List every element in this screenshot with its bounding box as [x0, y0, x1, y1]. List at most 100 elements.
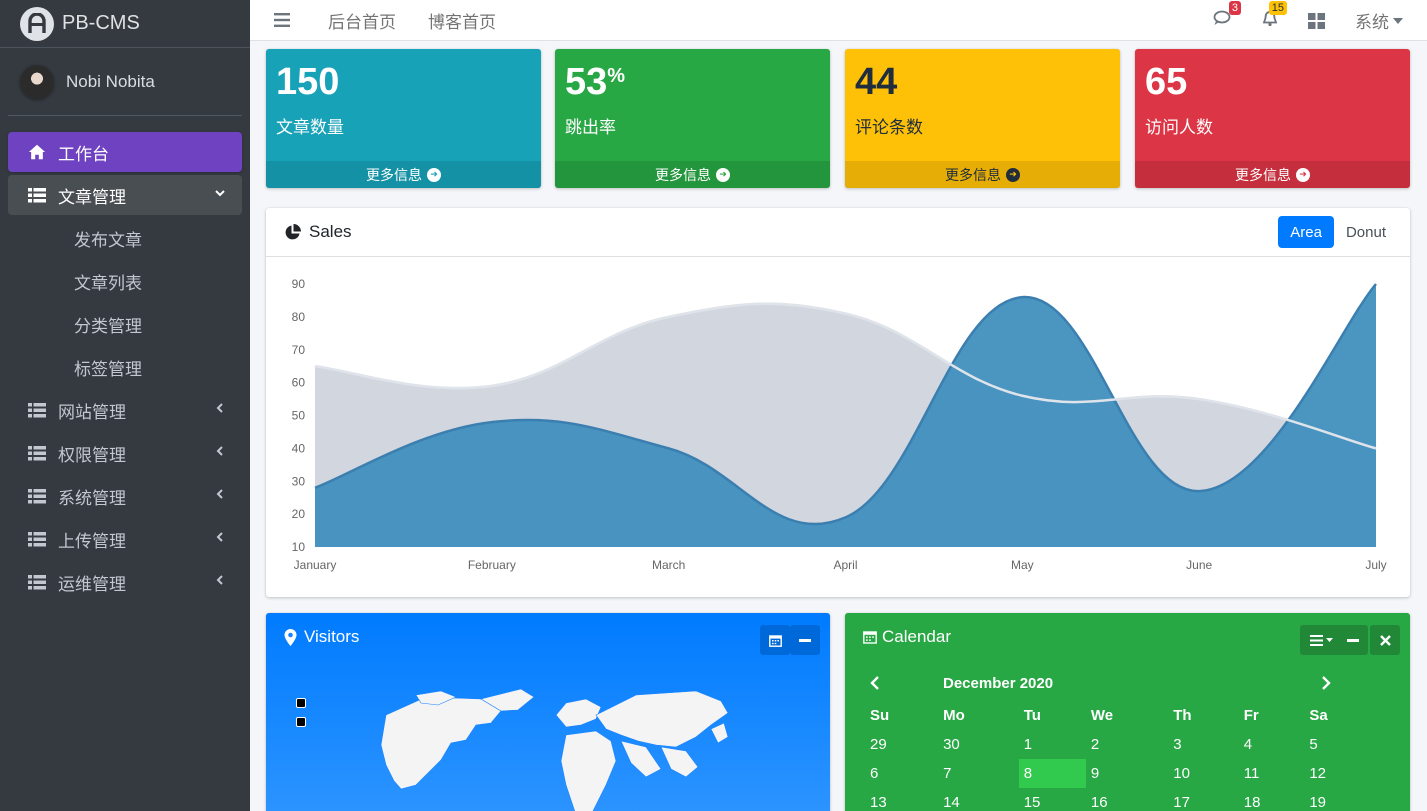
visitors-card: Visitors	[266, 613, 830, 811]
calendar-day[interactable]: 15	[1019, 788, 1086, 811]
sidebar-item-ops[interactable]: 运维管理	[8, 562, 242, 602]
calendar-day[interactable]: 12	[1304, 759, 1375, 788]
x-tick-label: February	[468, 558, 516, 572]
prev-month-icon[interactable]	[870, 676, 880, 690]
sidebar-subitem-article-list[interactable]: 文章列表	[8, 261, 242, 301]
sales-card-title: Sales	[309, 222, 352, 241]
calendar-day[interactable]: 13	[865, 788, 938, 811]
visitors-card-header: Visitors	[266, 613, 830, 661]
sidebar-item-dashboard[interactable]: 工作台	[8, 132, 242, 172]
calendar-day[interactable]: 19	[1304, 788, 1375, 811]
messages-button[interactable]: 3	[1213, 0, 1241, 32]
sidebar-item-articles[interactable]: 文章管理	[8, 175, 242, 215]
calendar-day[interactable]: 29	[865, 730, 938, 759]
calendar-day[interactable]: 3	[1168, 730, 1239, 759]
calendar-day[interactable]: 5	[1304, 730, 1375, 759]
chevron-left-icon	[214, 573, 226, 589]
stat-more-link[interactable]: 更多信息 ➜	[1135, 161, 1410, 188]
more-info-label: 更多信息	[366, 166, 422, 183]
bars-icon	[1309, 634, 1323, 646]
weekday-header: Fr	[1243, 707, 1259, 724]
messages-count-badge: 3	[1228, 0, 1241, 15]
arrow-circle-right-icon: ➜	[1006, 167, 1020, 182]
calendar-day[interactable]: 6	[865, 759, 938, 788]
x-tick-label: June	[1186, 558, 1212, 572]
nav-link-admin-home[interactable]: 后台首页	[312, 8, 412, 33]
calendar-day[interactable]: 7	[938, 759, 1019, 788]
calendar-day[interactable]: 16	[1086, 788, 1168, 811]
grid-icon[interactable]	[1308, 12, 1325, 29]
y-tick-label: 70	[292, 343, 306, 357]
sidebar-item-system[interactable]: 系统管理	[8, 476, 242, 516]
sidebar-subitem-tags[interactable]: 标签管理	[8, 347, 242, 387]
nav-link-blog-home[interactable]: 博客首页	[412, 8, 512, 33]
collapse-button[interactable]	[790, 625, 820, 655]
brand-link[interactable]: PB-CMS	[0, 0, 250, 48]
list-icon	[28, 187, 46, 203]
arrow-circle-right-icon: ➜	[716, 167, 730, 182]
sidebar-item-uploads[interactable]: 上传管理	[8, 519, 242, 559]
chevron-left-icon	[214, 530, 226, 546]
calendar-day[interactable]: 4	[1239, 730, 1305, 759]
x-tick-label: January	[294, 558, 337, 572]
weekday-header: Tu	[1023, 707, 1041, 724]
chevron-down-icon	[214, 186, 226, 202]
calendar-month-label: December 2020	[943, 675, 1054, 692]
calendar-week-row: 13 14 15 16 17 18 19	[865, 788, 1375, 811]
tab-area[interactable]: Area	[1278, 216, 1334, 248]
calendar-week-row: 29 30 1 2 3 4 5	[865, 730, 1375, 759]
arrow-circle-right-icon: ➜	[1296, 167, 1310, 182]
stat-more-link[interactable]: 更多信息 ➜	[845, 161, 1120, 188]
calendar-menu-button[interactable]	[1300, 625, 1342, 655]
calendar-day[interactable]: 1	[1019, 730, 1086, 759]
user-panel[interactable]: Nobi Nobita	[8, 48, 242, 116]
calendar-day[interactable]: 9	[1086, 759, 1168, 788]
collapse-button[interactable]	[1338, 625, 1368, 655]
y-tick-label: 20	[292, 507, 306, 521]
chart-tabs: Area Donut	[1278, 216, 1398, 248]
close-button[interactable]	[1370, 625, 1400, 655]
system-dropdown[interactable]: 系统	[1355, 8, 1403, 33]
tab-donut[interactable]: Donut	[1334, 216, 1398, 248]
y-tick-label: 30	[292, 474, 306, 488]
y-tick-label: 90	[292, 277, 306, 291]
calendar-week-row: 6 7 8 9 10 11 12	[865, 759, 1375, 788]
calendar-day[interactable]: 30	[938, 730, 1019, 759]
pie-chart-icon	[284, 223, 301, 241]
user-name[interactable]: Nobi Nobita	[66, 72, 155, 92]
calendar-day[interactable]: 8	[1018, 759, 1086, 788]
sidebar-item-label: 网站管理	[58, 402, 126, 422]
chevron-left-icon	[214, 401, 226, 417]
weekday-header: We	[1090, 707, 1114, 724]
y-tick-label: 40	[292, 441, 306, 455]
sidebar-item-website[interactable]: 网站管理	[8, 390, 242, 430]
calendar-day[interactable]: 11	[1239, 759, 1305, 788]
caret-down-icon	[1393, 17, 1403, 24]
calendar-day[interactable]: 10	[1168, 759, 1239, 788]
date-range-button[interactable]	[760, 625, 790, 655]
home-icon	[28, 143, 46, 161]
more-info-label: 更多信息	[945, 166, 1001, 183]
stat-value: 150	[276, 61, 340, 103]
notifications-count-badge: 15	[1268, 0, 1287, 15]
sidebar-subitem-publish[interactable]: 发布文章	[8, 218, 242, 258]
calendar-day[interactable]: 2	[1086, 730, 1168, 759]
stat-value: 65	[1145, 61, 1188, 103]
stat-more-link[interactable]: 更多信息 ➜	[555, 161, 830, 188]
calendar-card-title: Calendar	[882, 627, 951, 646]
stat-more-link[interactable]: 更多信息 ➜	[266, 161, 541, 188]
sales-area-chart: 10 20 30 40 50 60 70 80 90 January February March Ap…	[292, 277, 1387, 572]
brand-logo-icon	[20, 6, 54, 41]
stat-label: 访问人数	[1145, 118, 1213, 137]
calendar-day[interactable]: 18	[1239, 788, 1305, 811]
calendar-day[interactable]: 17	[1168, 788, 1239, 811]
avatar[interactable]	[20, 64, 54, 99]
weekday-header: Th	[1173, 707, 1192, 724]
next-month-icon[interactable]	[1321, 676, 1331, 690]
sidebar-item-permissions[interactable]: 权限管理	[8, 433, 242, 473]
menu-toggle-icon[interactable]	[250, 13, 312, 27]
sidebar-subitem-categories[interactable]: 分类管理	[8, 304, 242, 344]
top-navbar: 后台首页 博客首页 3 15 系统	[250, 0, 1427, 41]
notifications-button[interactable]: 15	[1262, 0, 1287, 32]
calendar-day[interactable]: 14	[938, 788, 1019, 811]
